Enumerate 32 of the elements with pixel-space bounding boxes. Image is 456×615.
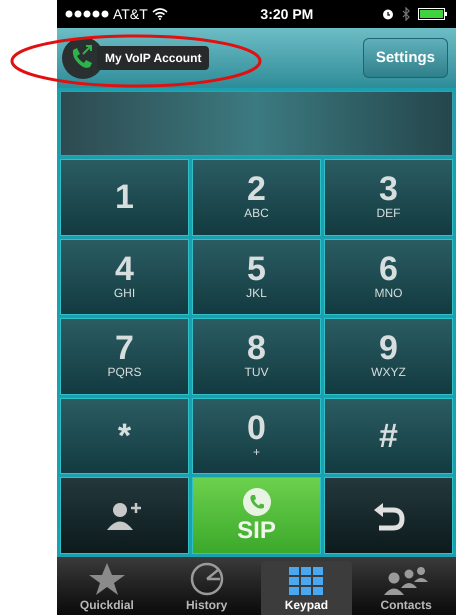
wifi-icon [152, 8, 168, 20]
carrier-name: AT&T [113, 4, 148, 24]
keypad-key[interactable]: 4 GHI [60, 238, 189, 316]
keypad-key[interactable]: 1 [60, 159, 189, 236]
clock-icon [188, 562, 225, 596]
tab-item[interactable]: Quickdial [61, 561, 153, 615]
keypad-key[interactable]: 5 JKL [192, 238, 321, 316]
undo-button[interactable] [324, 477, 453, 554]
tab-item[interactable]: Keypad [260, 561, 352, 615]
keypad-key[interactable]: 7 PQRS [60, 318, 189, 395]
add-person-icon [106, 500, 142, 531]
star-icon [86, 562, 127, 596]
battery-icon [418, 8, 448, 20]
keypad-key[interactable]: 3 DEF [324, 159, 453, 236]
keypad-key[interactable]: 6 MNO [324, 238, 453, 316]
keypad-key[interactable]: 2 ABC [192, 159, 321, 236]
people-icon [383, 564, 430, 596]
undo-arrow-icon [372, 500, 404, 531]
keypad-key[interactable]: 8 TUV [192, 318, 321, 395]
keypad-icon [288, 566, 324, 596]
phone-icon [242, 486, 272, 517]
keypad-key[interactable]: # [324, 398, 453, 474]
add-contact-button[interactable] [60, 477, 189, 554]
keypad-key[interactable]: * [60, 398, 189, 474]
keypad-key[interactable]: 0 + [192, 398, 321, 474]
tab-item[interactable]: Contacts [360, 561, 452, 615]
alarm-icon [382, 8, 394, 20]
clock-time: 3:20 PM [259, 4, 314, 24]
signal-icon [65, 10, 109, 18]
tab-item[interactable]: History [160, 561, 252, 615]
bluetooth-icon [402, 7, 410, 21]
keypad-key[interactable]: 9 WXYZ [324, 318, 453, 395]
